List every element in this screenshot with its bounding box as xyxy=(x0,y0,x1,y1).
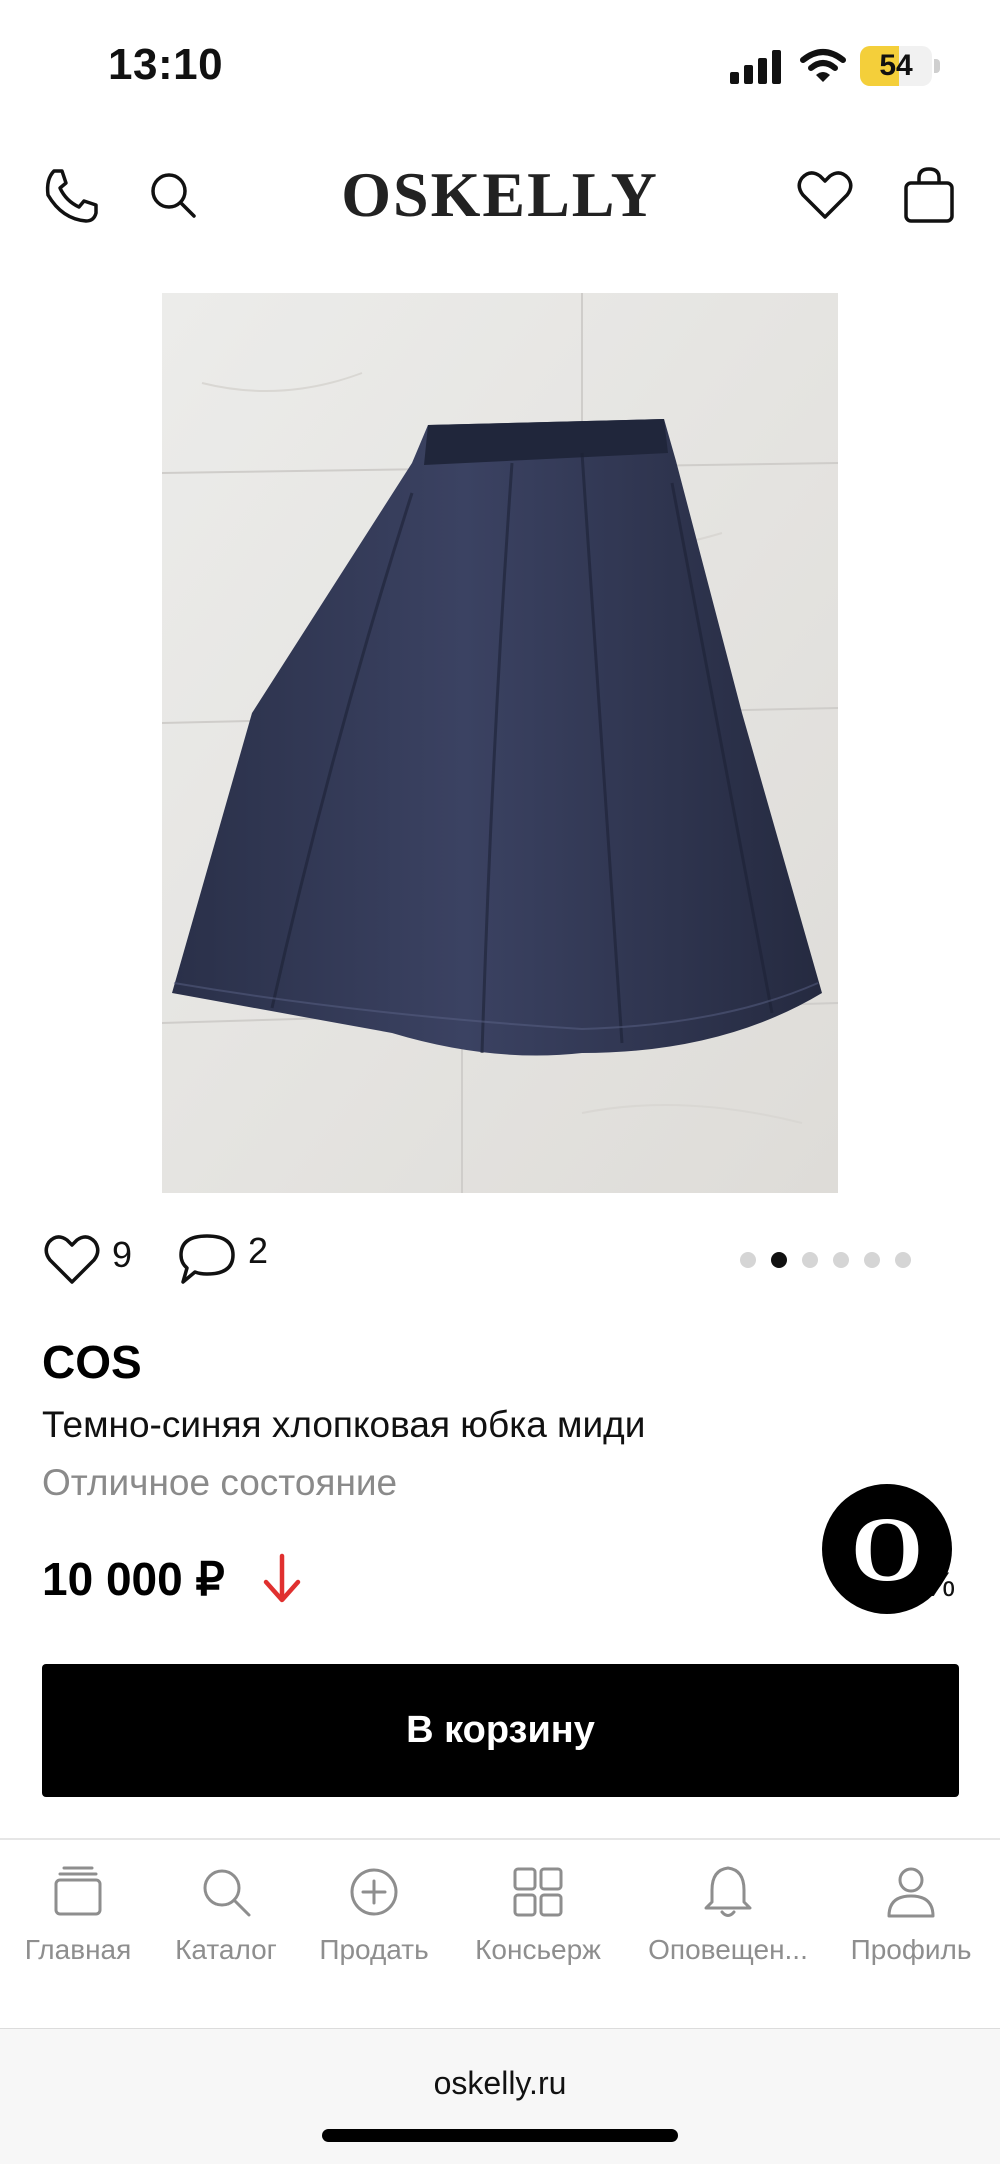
bottom-tab-bar: Главная Каталог Продать Консьерж Оповеще… xyxy=(0,1838,1000,2028)
concierge-chat-button[interactable]: O xyxy=(822,1484,952,1614)
tab-profile[interactable]: Профиль xyxy=(846,1862,976,2012)
battery-indicator: 54 xyxy=(860,46,940,86)
pager-dot[interactable] xyxy=(895,1252,911,1268)
plus-circle-icon xyxy=(350,1868,398,1916)
product-brand[interactable]: COS xyxy=(42,1335,142,1389)
product-photo[interactable] xyxy=(162,293,838,1193)
tab-notifications[interactable]: Оповещен... xyxy=(642,1862,814,2012)
status-time: 13:10 xyxy=(108,40,224,89)
tab-label: Профиль xyxy=(850,1934,972,1965)
tab-catalog[interactable]: Каталог xyxy=(166,1862,286,2012)
skirt-photo-image xyxy=(162,293,838,1193)
tab-label: Консьерж xyxy=(475,1934,601,1965)
search-icon xyxy=(203,1869,251,1917)
tab-concierge[interactable]: Консьерж xyxy=(468,1862,608,2012)
tab-home[interactable]: Главная xyxy=(18,1862,138,2012)
browser-address-bar[interactable]: oskelly.ru xyxy=(0,2028,1000,2164)
shopping-bag-icon[interactable] xyxy=(898,165,960,227)
concierge-logo: O xyxy=(851,1498,923,1600)
home-icon xyxy=(54,1866,102,1916)
bell-icon xyxy=(704,1866,752,1917)
tab-label: Продать xyxy=(319,1934,429,1965)
pager-dot[interactable] xyxy=(864,1252,880,1268)
pager-dot[interactable] xyxy=(740,1252,756,1268)
wifi-icon xyxy=(800,49,846,82)
pager-dot[interactable] xyxy=(802,1252,818,1268)
signal-icon xyxy=(730,50,781,84)
pager-dot[interactable] xyxy=(833,1252,849,1268)
tab-label: Каталог xyxy=(175,1934,277,1965)
tab-label: Главная xyxy=(24,1934,132,1965)
comment-icon[interactable] xyxy=(176,1230,238,1288)
product-title: Темно-синяя хлопковая юбка миди xyxy=(42,1404,646,1445)
like-icon[interactable] xyxy=(42,1230,102,1286)
add-to-cart-button[interactable]: В корзину xyxy=(42,1664,959,1797)
social-row: 9 2 xyxy=(0,1220,1000,1300)
grid-icon xyxy=(513,1867,563,1917)
photo-pager[interactable] xyxy=(740,1252,911,1268)
favorites-icon[interactable] xyxy=(794,165,856,227)
profile-icon xyxy=(887,1867,935,1918)
comment-count: 2 xyxy=(248,1230,269,1271)
product-condition: Отличное состояние xyxy=(42,1462,398,1503)
product-price: 10 000 ₽ xyxy=(42,1553,225,1605)
tab-label: Оповещен... xyxy=(648,1934,808,1965)
price-down-arrow-icon xyxy=(263,1553,301,1603)
pager-dot[interactable] xyxy=(771,1252,787,1268)
app-header: OSKELLY xyxy=(0,140,1000,250)
address-url[interactable]: oskelly.ru xyxy=(0,2065,1000,2102)
battery-level: 54 xyxy=(879,49,913,82)
tab-sell[interactable]: Продать xyxy=(314,1862,434,2012)
status-bar: 13:10 54 xyxy=(0,0,1000,130)
home-indicator[interactable] xyxy=(322,2129,678,2142)
like-count: 9 xyxy=(112,1234,133,1275)
